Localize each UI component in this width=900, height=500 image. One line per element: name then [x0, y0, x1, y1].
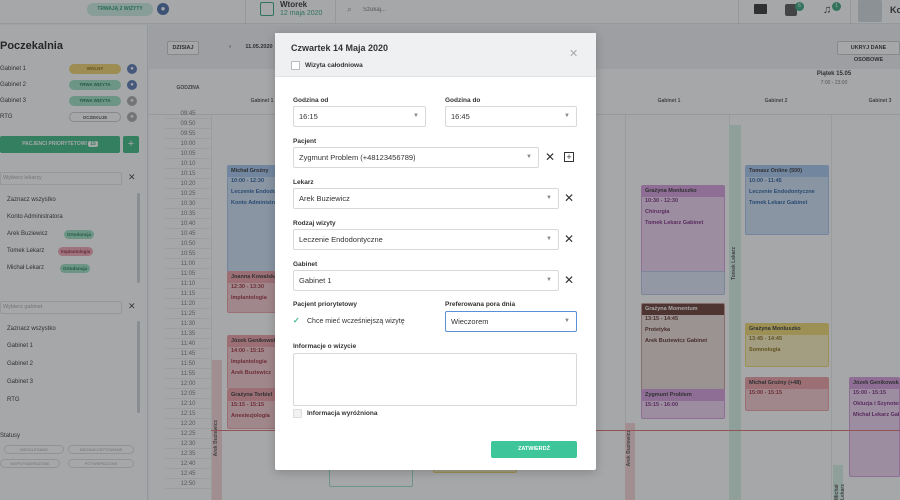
chevron-down-icon: ▼ — [546, 195, 552, 201]
from-label: Godzina od — [293, 97, 329, 104]
chevron-down-icon: ▼ — [564, 318, 570, 324]
from-value: 16:15 — [299, 112, 318, 121]
highlight-checkbox[interactable] — [293, 409, 302, 418]
allday-checkbox[interactable] — [291, 61, 300, 70]
time-of-day-select[interactable]: Wieczorem ▼ — [445, 311, 577, 332]
to-label: Godzina do — [445, 97, 481, 104]
time-of-day-label: Preferowana pora dnia — [445, 301, 516, 308]
highlight-label: Informacja wyróżniona — [307, 410, 378, 417]
info-label: Informacje o wizycie — [293, 343, 357, 350]
chevron-down-icon: ▼ — [413, 113, 419, 119]
visit-type-value: Leczenie Endodontyczne — [299, 235, 383, 244]
chevron-down-icon: ▼ — [526, 154, 532, 160]
cabinet-value: Gabinet 1 — [299, 276, 332, 285]
doctor-value: Arek Buziewicz — [299, 194, 350, 203]
from-time-select[interactable]: 16:15 ▼ — [293, 106, 426, 127]
time-of-day-value: Wieczorem — [451, 317, 489, 326]
priority-checkbox[interactable]: ✓ — [293, 316, 300, 325]
allday-label: Wizyta całodniowa — [305, 62, 363, 69]
patient-label: Pacjent — [293, 138, 317, 145]
clear-patient-icon[interactable]: ✕ — [545, 150, 555, 164]
patient-select[interactable]: Zygmunt Problem (+48123456789) ▼ — [293, 147, 539, 168]
visit-modal: Czwartek 14 Maja 2020 ✕ Wizyta całodniow… — [275, 33, 596, 470]
clear-visit-type-icon[interactable]: ✕ — [564, 232, 574, 246]
clear-doctor-icon[interactable]: ✕ — [564, 191, 574, 205]
modal-header: Czwartek 14 Maja 2020 ✕ Wizyta całodniow… — [275, 33, 596, 77]
chevron-down-icon: ▼ — [564, 113, 570, 119]
submit-button[interactable]: ZATWIERDŹ — [491, 441, 577, 458]
patient-value: Zygmunt Problem (+48123456789) — [299, 153, 416, 162]
clear-cabinet-icon[interactable]: ✕ — [564, 273, 574, 287]
priority-option: Chce mieć wcześniejszą wizytę — [307, 318, 405, 325]
doctor-select[interactable]: Arek Buziewicz ▼ — [293, 188, 559, 209]
to-value: 16:45 — [451, 112, 470, 121]
cabinet-label: Gabinet — [293, 261, 318, 268]
to-time-select[interactable]: 16:45 ▼ — [445, 106, 577, 127]
doctor-label: Lekarz — [293, 179, 314, 186]
modal-title: Czwartek 14 Maja 2020 — [291, 43, 389, 53]
chevron-down-icon: ▼ — [546, 277, 552, 283]
cabinet-select[interactable]: Gabinet 1 ▼ — [293, 270, 559, 291]
visit-type-select[interactable]: Leczenie Endodontyczne ▼ — [293, 229, 559, 250]
close-icon[interactable]: ✕ — [569, 47, 578, 60]
visit-type-label: Rodzaj wizyty — [293, 220, 336, 227]
priority-label: Pacjent priorytetowy — [293, 301, 357, 308]
visit-info-textarea[interactable] — [293, 353, 577, 406]
chevron-down-icon: ▼ — [546, 236, 552, 242]
add-patient-icon[interactable]: + — [564, 152, 574, 162]
